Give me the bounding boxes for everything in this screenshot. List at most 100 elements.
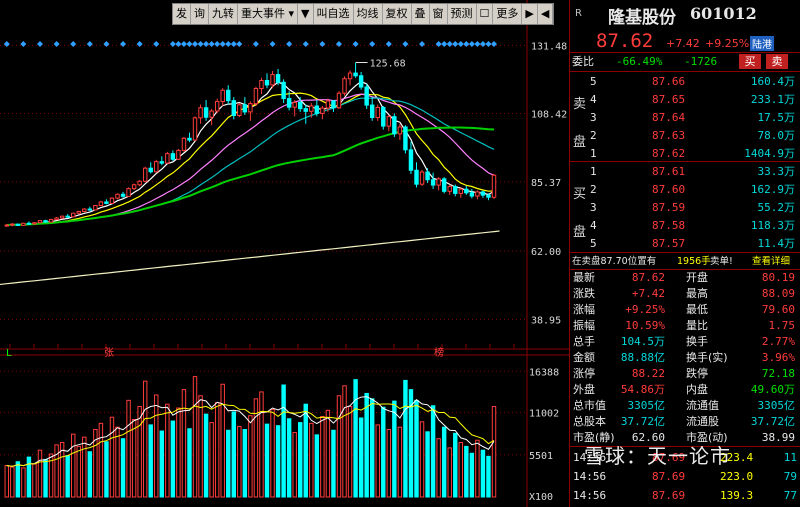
bid-volume: 162.9万 (750, 183, 795, 196)
candle-body (381, 106, 386, 127)
volume-bar (403, 379, 408, 498)
toolbar-item[interactable]: 发 (173, 4, 191, 24)
event-diamond (175, 41, 182, 47)
candle-body (475, 191, 480, 197)
event-diamond (120, 41, 127, 47)
volume-bar (70, 433, 76, 498)
bid-volume: 11.4万 (757, 237, 796, 250)
stat-value: 2.77% (761, 335, 795, 348)
bid-row[interactable]: 1 87.61 33.3万 (570, 163, 800, 180)
toolbar-item[interactable]: 更多 (493, 4, 523, 24)
candle-body (10, 223, 15, 226)
ask-volume: 1404.9万 (744, 147, 795, 160)
candle-body (464, 188, 469, 194)
trading-window: 131.48 108.42 85.37 62.00 38.95 16388 11002 550… (0, 0, 800, 507)
stat-label: 最高 (686, 287, 708, 300)
candle-body (26, 222, 32, 225)
volume-bar (187, 428, 192, 498)
ask-row[interactable]: 3 87.64 17.5万 (570, 109, 800, 126)
stock-code: 601012 (690, 4, 757, 23)
volume-bar (441, 426, 447, 498)
candle-body (347, 72, 353, 80)
toolbar-item[interactable]: 叠 (412, 4, 430, 24)
toolbar-item[interactable]: ▼ (298, 4, 314, 24)
volume-bar (320, 415, 325, 498)
candle-body (314, 105, 320, 114)
event-diamond (208, 41, 215, 47)
bid-row[interactable]: 5 87.57 11.4万 (570, 235, 800, 252)
candle-body (54, 217, 59, 220)
candle-body (453, 186, 458, 194)
toolbar-item[interactable]: ☐ (477, 4, 494, 24)
volume-bar (220, 383, 225, 498)
bid-price: 87.59 (652, 201, 686, 214)
kline-chart[interactable]: 131.48 108.42 85.37 62.00 38.95 16388 11002 550… (0, 0, 569, 507)
volume-bar (369, 398, 375, 498)
ask-price: 87.64 (652, 111, 686, 124)
volume-bar (353, 379, 358, 498)
bid-row[interactable]: 3 87.59 55.2万 (570, 199, 800, 216)
event-diamond (252, 41, 259, 47)
event-diamond (435, 41, 442, 47)
volume-bar (275, 425, 281, 498)
volume-bar (298, 422, 303, 498)
candle-body (115, 193, 120, 199)
toolbar-item[interactable]: 九转 (209, 4, 238, 24)
volume-bar (331, 429, 336, 498)
stat-label: 振幅 (573, 319, 595, 332)
order-notice[interactable]: 在卖盘87.70位置有 1956手 卖单! 查看详细 (570, 253, 800, 270)
stat-value: +9.25% (625, 303, 665, 316)
toolbar-item[interactable]: ◀ (538, 4, 554, 24)
volume-bar (209, 422, 214, 498)
stat-row: 振幅 10.59% 量比 1.75 (570, 318, 800, 334)
volume-bar (419, 421, 425, 498)
event-diamond (236, 41, 243, 47)
ask-row[interactable]: 4 87.65 233.1万 (570, 91, 800, 108)
volume-bar (281, 384, 286, 498)
candle-body (148, 167, 153, 173)
toolbar-item[interactable]: 重大事件 ▾ (238, 4, 299, 24)
stat-label: 最低 (686, 303, 708, 316)
sell-button[interactable]: 卖 (766, 54, 788, 69)
toolbar-item[interactable]: ▶ (522, 4, 538, 24)
volume-bar (32, 463, 37, 498)
candle-body (342, 78, 347, 94)
toolbar-item[interactable]: 预测 (448, 4, 477, 24)
candle-body (281, 81, 286, 100)
toolbar-item[interactable]: 均线 (354, 4, 383, 24)
event-diamond (491, 41, 498, 47)
ask-row[interactable]: 5 87.66 160.4万 (570, 73, 800, 90)
bid-row[interactable]: 2 87.60 162.9万 (570, 181, 800, 198)
stat-label: 流通值 (686, 399, 719, 412)
notice-detail-link[interactable]: 查看详细 (752, 253, 790, 270)
stat-label: 总市值 (573, 399, 606, 412)
volume-bar (159, 430, 165, 498)
stat-label: 外盘 (573, 383, 595, 396)
volume-bar (37, 449, 43, 498)
toolbar-item[interactable]: 复权 (383, 4, 412, 24)
event-diamond (70, 41, 77, 47)
candle-body (131, 184, 137, 190)
volume-bar (54, 444, 59, 498)
toolbar-item[interactable]: 窗 (430, 4, 448, 24)
bid-row[interactable]: 4 87.58 118.3万 (570, 217, 800, 234)
event-diamond (369, 41, 376, 47)
hk-connect-tag: 陆港 (750, 36, 774, 51)
volume-bar (15, 461, 21, 498)
stat-row: 金额 88.88亿 换手(实) 3.96% (570, 350, 800, 366)
candle-body (32, 222, 37, 225)
stat-row: 总手 104.5万 换手 2.77% (570, 334, 800, 350)
toolbar-item[interactable]: 询 (191, 4, 209, 24)
stat-value: 1.75 (768, 319, 796, 332)
volume-bar (453, 432, 458, 498)
toolbar-item[interactable]: 叫自选 (314, 4, 354, 24)
bid-label-char: 买 (573, 187, 587, 202)
ask-row[interactable]: 2 87.63 78.0万 (570, 127, 800, 144)
event-diamond (419, 41, 426, 47)
last-price: 87.62 (596, 30, 654, 52)
candle-body (336, 92, 342, 109)
volume-bar (347, 405, 353, 498)
price-tick-label: 131.48 (531, 41, 567, 52)
ask-row[interactable]: 1 87.62 1404.9万 (570, 145, 800, 162)
buy-button[interactable]: 买 (739, 54, 761, 69)
